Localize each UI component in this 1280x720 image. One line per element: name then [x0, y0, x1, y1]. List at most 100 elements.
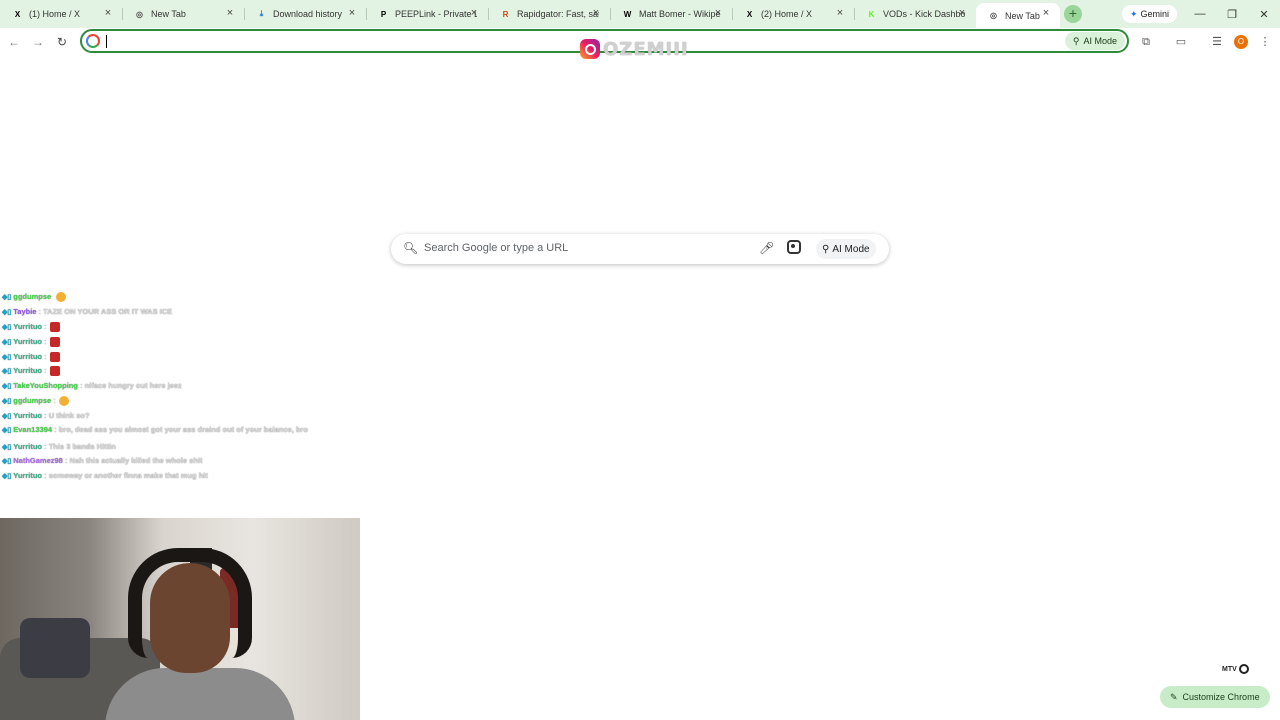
- tab-label: Rapidgator: Fast, safe: [517, 9, 599, 19]
- tab-label: (2) Home / X: [761, 9, 813, 19]
- chat-badge-icon: ◆▯: [2, 413, 12, 421]
- close-tab-icon[interactable]: ×: [834, 7, 846, 19]
- window-controls: — ❐ ✕: [1184, 0, 1280, 28]
- new-tab-button[interactable]: +: [1064, 5, 1082, 23]
- chat-username: Taybie: [13, 306, 37, 316]
- pillow: [20, 618, 90, 678]
- close-window-icon[interactable]: ✕: [1248, 0, 1280, 28]
- text-cursor: [106, 35, 107, 48]
- customize-label: Customize Chrome: [1182, 692, 1260, 702]
- chat-username: ggdumpse: [13, 292, 52, 301]
- chat-text: : TAZE ON YOUR ASS OR IT WAS ICE: [38, 306, 173, 316]
- tab[interactable]: ◎ New Tab ×: [976, 3, 1060, 28]
- chat-message: ◆▯ Yurrituo : This 3 bands Hittin: [0, 440, 360, 455]
- chat-username: TakeYouShopping: [13, 381, 78, 391]
- cast-icon[interactable]: ▭: [1173, 34, 1189, 50]
- minimize-icon[interactable]: —: [1184, 0, 1216, 28]
- chat-emote-icon: [49, 321, 60, 332]
- chat-message: ◆▯ Yurrituo : someway or another finna ma…: [0, 469, 360, 484]
- kick-icon: K: [868, 9, 875, 19]
- close-tab-icon[interactable]: ×: [590, 7, 602, 19]
- chat-username: Yurrituo: [13, 411, 43, 421]
- chat-message: ◆▯ Evan13394 : bro, dead ass you almost g…: [0, 424, 360, 440]
- chat-text: :: [44, 351, 47, 361]
- tab[interactable]: X (1) Home / X ×: [0, 3, 123, 25]
- wikipedia-icon: W: [623, 9, 632, 19]
- close-tab-icon[interactable]: ×: [956, 7, 968, 19]
- chat-text: : Nah this actually killed the whole shi…: [64, 456, 203, 466]
- channel-logo-ring: [1238, 664, 1249, 674]
- chat-username: Yurrituo: [13, 351, 43, 361]
- chat-username: NathGamez98: [13, 456, 63, 466]
- close-tab-icon[interactable]: ×: [102, 7, 114, 19]
- profile-avatar[interactable]: O: [1234, 35, 1248, 49]
- streamer-hair: [128, 548, 252, 658]
- chat-badge-icon: ◆▯: [2, 353, 12, 361]
- tab[interactable]: ⤓ Download history ×: [244, 3, 367, 25]
- chat-message: ◆▯ Yurrituo :: [0, 320, 360, 335]
- pencil-icon: ✎: [1170, 691, 1178, 702]
- gemini-button[interactable]: ✦ Gemini: [1122, 5, 1178, 23]
- tab[interactable]: W Matt Bomer - Wikipe ×: [610, 3, 733, 25]
- tab[interactable]: P PEEPLink - Private Lin ×: [366, 3, 489, 25]
- chat-username: Yurrituo: [13, 441, 43, 451]
- google-icon: [86, 34, 100, 48]
- extensions-icon[interactable]: ⧉: [1138, 34, 1154, 50]
- chat-message: ◆▯ Taybie : TAZE ON YOUR ASS OR IT WAS IC…: [0, 305, 360, 320]
- chat-badge-icon: ◆▯: [2, 294, 12, 301]
- chat-message: ◆▯ Yurrituo : U think so?: [0, 409, 360, 424]
- google-lens-icon[interactable]: [787, 240, 801, 254]
- chat-username: Yurrituo: [13, 321, 43, 331]
- close-tab-icon[interactable]: ×: [1040, 7, 1052, 19]
- chat-badge-icon: ◆▯: [2, 443, 12, 451]
- forward-icon[interactable]: →: [30, 34, 46, 50]
- chat-emote-icon: [49, 366, 60, 377]
- channel-logo-text: MTV: [1222, 665, 1237, 673]
- chat-username: Yurrituo: [13, 471, 43, 481]
- tab-label: New Tab: [151, 9, 186, 19]
- chat-text: : bro, dead ass you almost got your ass …: [54, 425, 308, 435]
- tab[interactable]: X (2) Home / X ×: [732, 3, 855, 25]
- chat-text: :: [44, 366, 47, 376]
- chat-badge-icon: ◆▯: [2, 323, 12, 331]
- chat-username: Evan13394: [13, 425, 53, 435]
- close-tab-icon[interactable]: ×: [346, 7, 358, 19]
- tab[interactable]: K VODs - Kick Dashboa ×: [854, 3, 976, 25]
- reload-icon[interactable]: ↻: [54, 34, 70, 50]
- chat-username: ggdumpse: [13, 396, 52, 406]
- restore-icon[interactable]: ❐: [1216, 0, 1248, 28]
- customize-chrome-button[interactable]: ✎ Customize Chrome: [1160, 686, 1270, 708]
- tab-label: PEEPLink - Private Lin: [395, 9, 477, 19]
- chat-username: Yurrituo: [13, 366, 43, 376]
- google-search-box[interactable]: 🔍︎ Search Google or type a URL 🎤︎ ⚲ AI M…: [391, 234, 889, 264]
- chat-username: Yurrituo: [13, 336, 43, 346]
- tab[interactable]: R Rapidgator: Fast, safe ×: [488, 3, 611, 25]
- microphone-icon[interactable]: 🎤︎: [759, 241, 774, 255]
- chrome-icon: ◎: [136, 9, 143, 19]
- reading-list-icon[interactable]: ☰: [1209, 34, 1225, 50]
- tab[interactable]: ◎ New Tab ×: [122, 3, 245, 25]
- close-tab-icon[interactable]: ×: [468, 7, 480, 19]
- chat-badge-icon: ◆▯: [2, 308, 12, 316]
- chat-badge-icon: ◆▯: [2, 458, 12, 466]
- x-logo-icon: X: [14, 9, 21, 19]
- omnibox-ai-mode-button[interactable]: ⚲ AI Mode: [1064, 32, 1125, 50]
- close-tab-icon[interactable]: ×: [712, 7, 724, 19]
- chat-badge-icon: ◆▯: [2, 338, 12, 346]
- ai-mode-button[interactable]: ⚲ AI Mode: [816, 239, 876, 259]
- menu-kebab-icon[interactable]: ⋮: [1257, 34, 1273, 50]
- channel-logo: MTV: [1222, 664, 1249, 674]
- chat-badge-icon: ◆▯: [2, 368, 12, 376]
- ai-mode-label: AI Mode: [832, 243, 870, 255]
- stream-chat-overlay: ◆▯ ggdumpse ◆▯ Taybie : TAZE ON YOUR ASS O…: [0, 290, 360, 484]
- tab-label: VODs - Kick Dashboa: [883, 9, 965, 19]
- peeplink-icon: P: [380, 9, 387, 19]
- tab-label: (1) Home / X: [29, 9, 81, 19]
- close-tab-icon[interactable]: ×: [224, 7, 236, 19]
- chat-message: ◆▯ ggdumpse :: [0, 394, 360, 409]
- gemini-icon: ✦: [1130, 8, 1138, 19]
- back-icon[interactable]: ←: [6, 34, 22, 50]
- chat-badge-icon: ◆▯: [2, 473, 12, 481]
- chat-message: ◆▯ Yurrituo :: [0, 364, 360, 379]
- chat-message: ◆▯ Yurrituo :: [0, 335, 360, 350]
